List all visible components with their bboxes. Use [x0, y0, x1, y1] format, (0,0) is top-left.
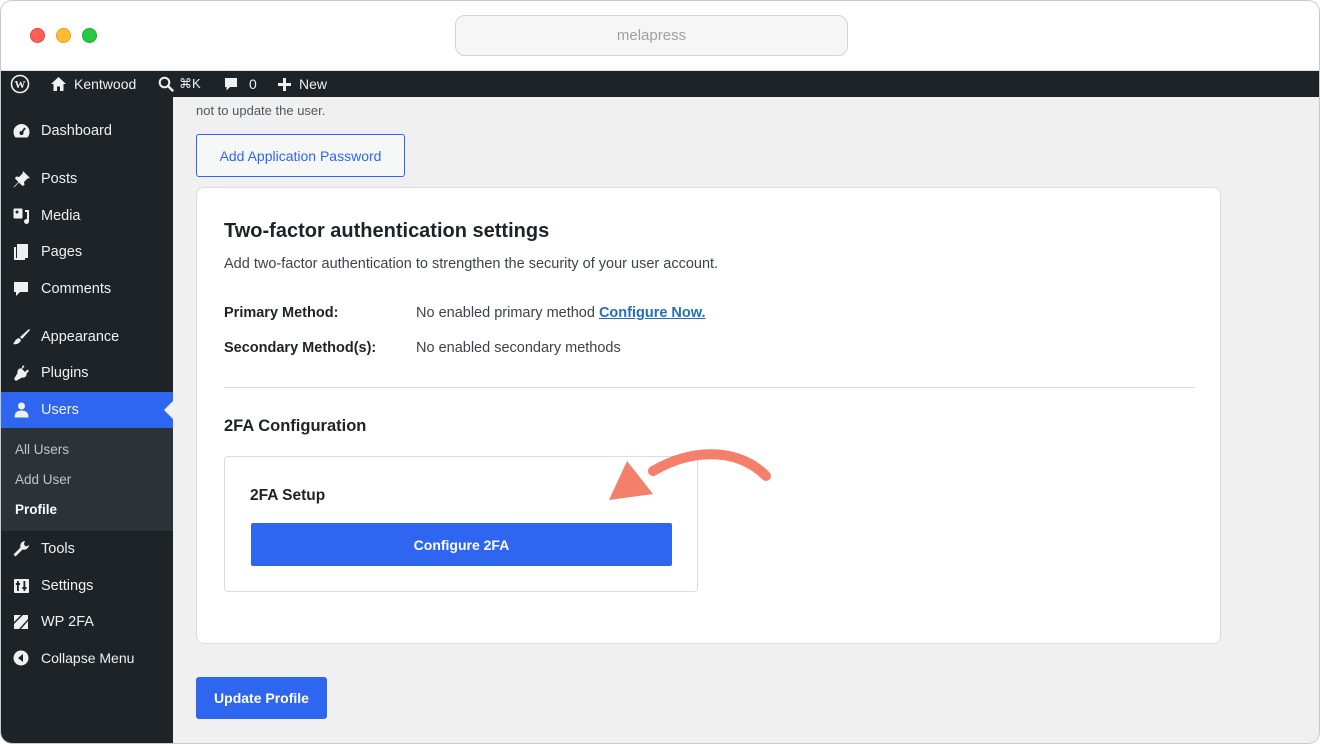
- sidebar-item-tools[interactable]: Tools: [1, 531, 173, 567]
- sidebar-item-users[interactable]: Users: [1, 392, 173, 428]
- new-label: New: [299, 76, 328, 92]
- dashboard-icon: [13, 124, 30, 138]
- helper-note: not to update the user.: [196, 103, 326, 118]
- sidebar-item-dashboard[interactable]: Dashboard: [1, 113, 173, 149]
- sidebar-item-pages[interactable]: Pages: [1, 234, 173, 270]
- annotation-arrow-icon: [609, 449, 771, 500]
- admin-sidebar: Dashboard Posts Media Pages Comments App…: [1, 97, 173, 743]
- sidebar-item-comments[interactable]: Comments: [1, 271, 173, 307]
- pin-icon: [13, 171, 30, 188]
- sidebar-item-posts[interactable]: Posts: [1, 161, 173, 197]
- pages-icon: [14, 244, 28, 260]
- svg-text:W: W: [15, 79, 26, 91]
- minimize-window-button[interactable]: [56, 28, 71, 43]
- update-profile-button[interactable]: Update Profile: [196, 677, 327, 719]
- command-search[interactable]: ⌘K: [158, 71, 201, 97]
- user-icon: [14, 402, 29, 418]
- primary-method-value: No enabled primary method Configure Now.: [416, 305, 706, 321]
- sidebar-label: Posts: [41, 171, 78, 187]
- users-submenu: All Users Add User Profile: [1, 428, 173, 531]
- add-application-password-button[interactable]: Add Application Password: [196, 134, 405, 177]
- setup-heading: 2FA Setup: [250, 487, 326, 504]
- settings-icon: [14, 579, 29, 593]
- comments-link[interactable]: 0: [223, 71, 257, 97]
- new-content-link[interactable]: New: [277, 71, 327, 97]
- config-heading: 2FA Configuration: [224, 417, 367, 435]
- section-title: Two-factor authentication settings: [224, 220, 550, 242]
- sidebar-collapse-menu[interactable]: Collapse Menu: [1, 640, 173, 676]
- sidebar-label: Comments: [41, 281, 112, 297]
- primary-method-status: No enabled primary method: [416, 305, 595, 321]
- sidebar-label: Dashboard: [41, 123, 112, 139]
- browser-window: melapress W Kentwood ⌘K 0 New Dashboard: [0, 0, 1320, 744]
- submenu-item-profile[interactable]: Profile: [15, 502, 57, 517]
- admin-bar: W Kentwood ⌘K 0 New: [1, 71, 1319, 97]
- browser-chrome: melapress: [1, 1, 1319, 71]
- close-window-button[interactable]: [30, 28, 45, 43]
- section-description: Add two-factor authentication to strengt…: [224, 256, 719, 272]
- comment-icon: [14, 282, 28, 296]
- wrench-icon: [13, 541, 29, 557]
- maximize-window-button[interactable]: [82, 28, 97, 43]
- comment-bubble-icon: [225, 78, 237, 91]
- sidebar-item-plugins[interactable]: Plugins: [1, 355, 173, 391]
- sidebar-label: Users: [41, 402, 79, 418]
- sidebar-label: Plugins: [41, 365, 89, 381]
- sidebar-item-settings[interactable]: Settings: [1, 568, 173, 604]
- secondary-method-value: No enabled secondary methods: [416, 340, 621, 356]
- sidebar-item-appearance[interactable]: Appearance: [1, 319, 173, 355]
- secondary-method-label: Secondary Method(s):: [224, 340, 377, 356]
- two-factor-settings-card: Two-factor authentication settings Add t…: [196, 187, 1221, 644]
- sidebar-label: Pages: [41, 244, 83, 260]
- sidebar-label: Appearance: [41, 329, 120, 345]
- main-content: not to update the user. Add Application …: [173, 97, 1319, 743]
- plus-icon: [278, 77, 291, 91]
- site-name-link[interactable]: Kentwood: [50, 71, 136, 97]
- sidebar-label: Collapse Menu: [41, 650, 135, 666]
- configure-now-link[interactable]: Configure Now.: [599, 305, 706, 321]
- sidebar-label: Tools: [41, 541, 75, 557]
- address-bar[interactable]: melapress: [455, 15, 848, 56]
- site-name: Kentwood: [74, 76, 137, 92]
- sidebar-label: Media: [41, 208, 81, 224]
- collapse-icon: [13, 650, 29, 666]
- brush-icon: [13, 329, 30, 345]
- sidebar-item-media[interactable]: Media: [1, 198, 173, 234]
- sidebar-item-wp-2fa[interactable]: WP 2FA: [1, 604, 173, 640]
- search-icon: [158, 76, 174, 92]
- divider: [224, 387, 1195, 388]
- submenu-item-add-user[interactable]: Add User: [15, 472, 71, 487]
- sidebar-label: WP 2FA: [41, 614, 94, 630]
- wordpress-logo-icon[interactable]: W: [10, 71, 30, 97]
- media-icon: [13, 208, 30, 224]
- plugin-icon: [14, 365, 29, 381]
- home-icon: [51, 77, 66, 91]
- configure-2fa-button[interactable]: Configure 2FA: [251, 523, 672, 566]
- submenu-item-all-users[interactable]: All Users: [15, 442, 69, 457]
- primary-method-label: Primary Method:: [224, 305, 339, 321]
- search-shortcut: ⌘K: [179, 76, 201, 91]
- comment-count: 0: [249, 76, 257, 92]
- shield-check-icon: [14, 615, 28, 629]
- sidebar-label: Settings: [41, 578, 94, 594]
